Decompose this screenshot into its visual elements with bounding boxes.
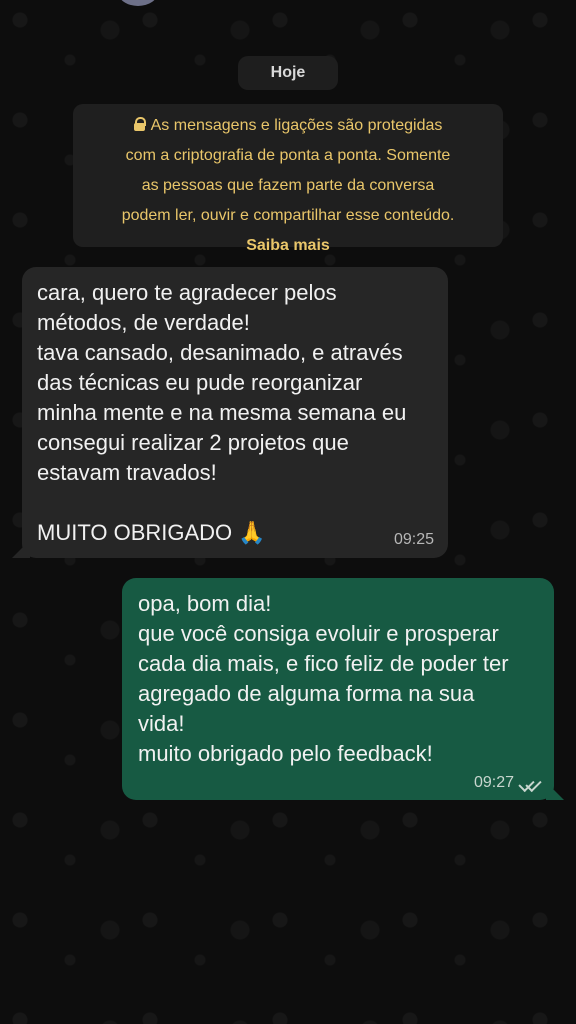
message-text-line: muito obrigado pelo feedback! — [138, 741, 433, 766]
message-text-line: das técnicas eu pude reorganizar — [37, 370, 363, 395]
message-time: 09:25 — [393, 531, 434, 548]
encryption-notice-line: podem ler, ouvir e compartilhar esse con… — [121, 207, 455, 224]
incoming-message[interactable]: cara, quero te agradecer pelos métodos, … — [22, 267, 448, 558]
message-text-line: tava cansado, desanimado, e através — [37, 340, 403, 365]
encryption-notice-line: As mensagens e ligações são protegidas — [87, 114, 489, 144]
encryption-notice-line: com a criptografia de ponta a ponta. Som… — [125, 147, 451, 164]
message-text-line: cara, quero te agradecer pelos — [37, 280, 337, 305]
date-separator: Hoje — [238, 56, 338, 90]
learn-more-link[interactable]: Saiba mais — [87, 234, 489, 258]
message-text-line: que você consiga evoluir e prosperar — [138, 621, 499, 646]
message-text-line: métodos, de verdade! — [37, 310, 250, 335]
message-text-line: MUITO OBRIGADO 🙏 — [37, 520, 266, 545]
outgoing-message[interactable]: opa, bom dia! que você consiga evoluir e… — [122, 578, 554, 800]
message-text-line: cada dia mais, e fico feliz de poder ter — [138, 651, 509, 676]
encryption-notice-line: as pessoas que fazem parte da conversa — [141, 177, 435, 194]
message-text-line: consegui realizar 2 projetos que — [37, 430, 349, 455]
message-text-line: agregado de alguma forma na sua — [138, 681, 475, 706]
double-check-icon — [520, 776, 540, 790]
message-text-line: estavam travados! — [37, 460, 217, 485]
message-text-line: opa, bom dia! — [138, 591, 272, 616]
lock-icon — [133, 117, 146, 131]
message-text-line: vida! — [138, 711, 185, 736]
message-text-line: minha mente e na mesma semana eu — [37, 400, 407, 425]
encryption-notice[interactable]: As mensagens e ligações são protegidas c… — [73, 104, 503, 254]
message-time: 09:27 — [473, 774, 514, 791]
